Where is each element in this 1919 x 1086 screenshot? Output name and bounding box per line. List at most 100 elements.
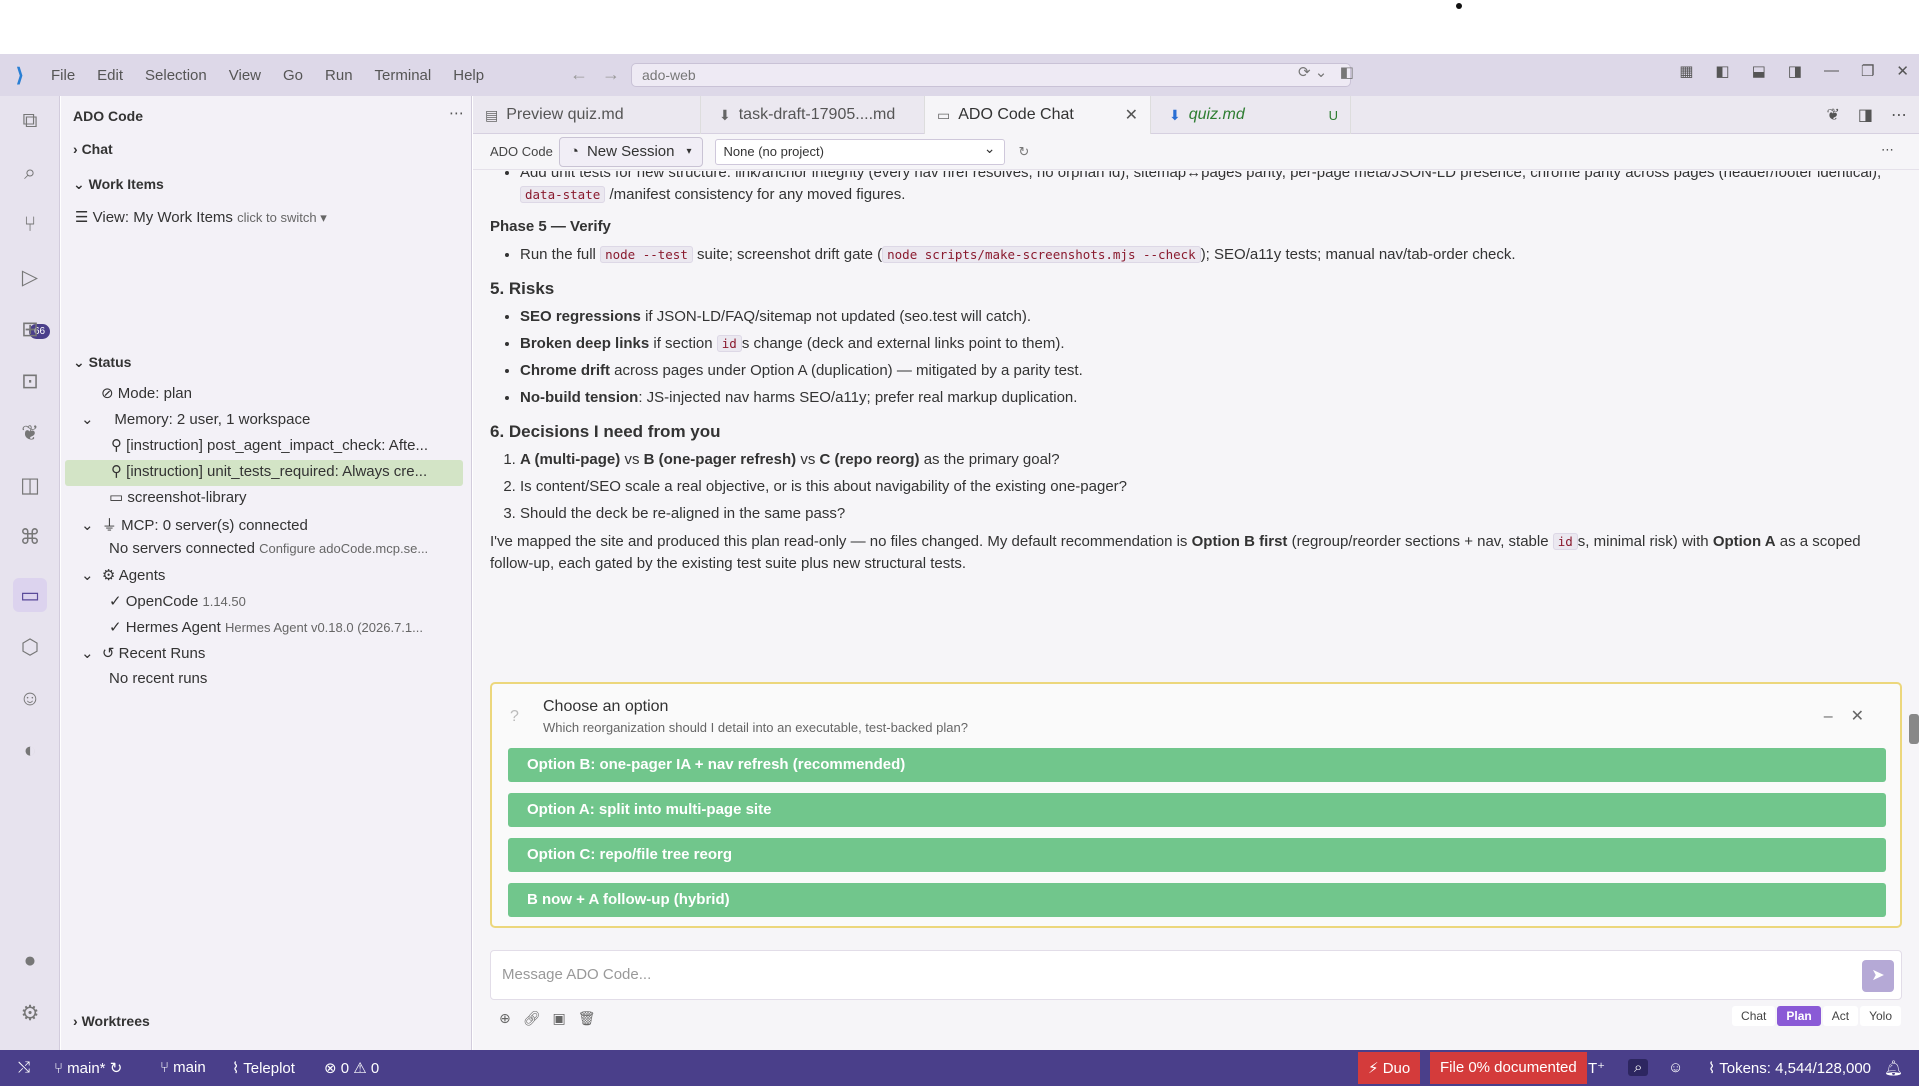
activity-bar: ⧉ ⌕ ⑂ 66 ▷ ⊞ ⊡ ❦ ◫ ⌘ ▭ ⬡ ☺ ◐ ● ⚙ <box>0 96 60 1050</box>
status-mcp[interactable]: ⌄ ⏚ MCP: 0 server(s) connected <box>81 514 308 535</box>
option-c-button[interactable]: Option C: repo/file tree reorg <box>508 838 1886 872</box>
command-center-search[interactable]: ado-web <box>631 63 1351 87</box>
sidebar-toggle-icon[interactable]: ◧ <box>1715 62 1729 80</box>
documentation-status[interactable]: File 0% documented <box>1430 1052 1587 1084</box>
menu-run[interactable]: Run <box>325 67 353 84</box>
notifications-icon[interactable]: 🔔︎ <box>1884 1059 1903 1077</box>
zoom-icon[interactable]: ⌕ <box>1628 1059 1649 1076</box>
edge-icon[interactable]: ◐ <box>13 734 47 768</box>
copilot-status-icon[interactable]: ☺ <box>1668 1059 1683 1076</box>
branch-main[interactable]: ⑂ main <box>160 1059 206 1076</box>
chevron-down-icon: ⌄ <box>73 354 89 370</box>
status-agents[interactable]: ⌄ ⚙ Agents <box>81 566 165 584</box>
sidebar-more-icon[interactable]: ⋯ <box>449 104 464 122</box>
package-icon[interactable]: ◫ <box>13 468 47 502</box>
menu-help[interactable]: Help <box>453 67 484 84</box>
option-hybrid-button[interactable]: B now + A follow-up (hybrid) <box>508 883 1886 917</box>
tab-preview-quiz[interactable]: ▤ Preview quiz.md <box>473 96 701 134</box>
minimize-icon[interactable]: — <box>1824 62 1839 80</box>
chevron-down-icon: ⌄ <box>81 411 115 428</box>
chat-icon: ▭ <box>937 106 951 123</box>
tab-ado-code-chat[interactable]: ▭ ADO Code Chat ✕ <box>925 96 1151 134</box>
section-worktrees[interactable]: › Worktrees <box>73 1013 150 1029</box>
avatar[interactable]: ● <box>13 944 47 978</box>
problems-status[interactable]: ⊗ 0 ⚠ 0 <box>324 1059 379 1077</box>
copilot-agent-icon[interactable]: ☺ <box>13 682 47 716</box>
mode-yolo[interactable]: Yolo <box>1860 1006 1901 1026</box>
nav-arrows[interactable]: ←→ <box>570 64 634 85</box>
ado-code-chat-icon[interactable]: ▭ <box>13 578 47 612</box>
memory-item[interactable]: ⚲ [instruction] post_agent_impact_check:… <box>111 436 471 454</box>
run-debug-icon[interactable]: ▷ <box>13 260 47 294</box>
option-a-button[interactable]: Option A: split into multi-page site <box>508 793 1886 827</box>
branch-icon: ⑂ <box>54 1060 68 1077</box>
chat-scrollbar[interactable] <box>1909 174 1919 764</box>
menu-selection[interactable]: Selection <box>145 67 207 84</box>
duo-status[interactable]: ⚡ Duo <box>1358 1052 1421 1084</box>
status-recent-runs[interactable]: ⌄ ↺ Recent Runs <box>81 644 205 662</box>
brain-icon[interactable]: ❦ <box>13 416 47 450</box>
section-chat[interactable]: › Chat <box>73 141 113 157</box>
trash-icon[interactable]: 🗑︎ <box>578 1010 608 1026</box>
split-editor-icon[interactable]: ◨ <box>1858 105 1873 125</box>
minimize-icon[interactable]: – <box>1824 708 1851 725</box>
mcp-configure-link[interactable]: Configure adoCode.mcp.se... <box>259 541 428 556</box>
remote-icon[interactable]: ⤭ <box>18 1059 30 1076</box>
mode-act[interactable]: Act <box>1822 1006 1859 1026</box>
source-control-icon[interactable]: ⑂ <box>13 208 47 242</box>
link-icon[interactable]: 🔗︎ <box>523 1010 553 1026</box>
scrollbar-thumb[interactable] <box>1909 714 1919 744</box>
agent-opencode[interactable]: ✓ OpenCode 1.14.50 <box>109 592 246 610</box>
section-status[interactable]: ⌄ Status <box>73 354 131 371</box>
settings-gear-icon[interactable]: ⚙ <box>13 996 47 1030</box>
project-select[interactable]: None (no project) <box>714 138 1005 165</box>
memory-item[interactable]: ▭ screenshot-library <box>109 488 247 506</box>
agent-hermes[interactable]: ✓ Hermes Agent Hermes Agent v0.18.0 (202… <box>109 618 469 636</box>
memory-item[interactable]: ⚲ [instruction] unit_tests_required: Alw… <box>65 460 463 486</box>
option-b-button[interactable]: Option B: one-pager IA + nav refresh (re… <box>508 748 1886 782</box>
title-bar: ⟩ File Edit Selection View Go Run Terminal Help… <box>0 54 1919 96</box>
image-icon[interactable]: ▣ <box>553 1010 578 1026</box>
maximize-icon[interactable]: ❐ <box>1861 62 1874 80</box>
layout-icon[interactable]: ▦ <box>1679 62 1693 80</box>
docker-icon[interactable]: ⬡ <box>13 630 47 664</box>
section-work-items[interactable]: ⌄ Work Items <box>73 176 164 193</box>
chevron-right-icon: › <box>73 141 82 157</box>
menu-view[interactable]: View <box>229 67 261 84</box>
branch-status[interactable]: ⑂ main* ↻ <box>54 1059 122 1077</box>
copilot-icon[interactable]: ⟳ ⌄ ◧ <box>1298 63 1354 81</box>
tokens-status[interactable]: ⌇ Tokens: 4,544/128,000 <box>1708 1059 1871 1077</box>
more-actions-icon[interactable]: ⋯ <box>1891 105 1907 125</box>
menu-edit[interactable]: Edit <box>97 67 123 84</box>
menu-terminal[interactable]: Terminal <box>375 67 432 84</box>
panel-toggle-icon[interactable]: ⬓ <box>1752 62 1766 80</box>
search-icon[interactable]: ⌕ <box>13 156 47 190</box>
close-icon[interactable]: ✕ <box>1851 708 1882 725</box>
explorer-icon[interactable]: ⧉ <box>13 104 47 138</box>
tab-quiz-md[interactable]: ⬇ quiz.md U <box>1151 96 1351 134</box>
remote-explorer-icon[interactable]: ⊡ <box>13 364 47 398</box>
send-button[interactable]: ➤ <box>1862 960 1894 992</box>
teleplot[interactable]: ⌇ Teleplot <box>232 1059 295 1077</box>
brain-icon[interactable]: ❦ <box>1826 105 1839 125</box>
pin-icon: ⚲ <box>111 437 127 454</box>
refresh-icon[interactable]: ↻ <box>1019 144 1030 160</box>
status-memory[interactable]: ⌄ Memory: 2 user, 1 workspace <box>81 410 310 428</box>
extensions-icon[interactable]: ⊞ <box>13 312 47 346</box>
mode-chat[interactable]: Chat <box>1732 1006 1776 1026</box>
new-session-button[interactable]: ◔ New Session ▾ <box>558 136 703 167</box>
close-tab-icon[interactable]: ✕ <box>1125 105 1138 125</box>
more-icon[interactable]: ⋯ <box>1881 142 1894 158</box>
secondary-sidebar-icon[interactable]: ◨ <box>1788 62 1802 80</box>
add-icon[interactable]: ⊕ <box>499 1010 523 1026</box>
mode-plan[interactable]: Plan <box>1777 1006 1821 1026</box>
text-format-icon[interactable]: T⁺ <box>1588 1059 1605 1077</box>
work-items-view-switch[interactable]: ☰ View: My Work Items click to switch ▾ <box>75 208 327 226</box>
close-window-icon[interactable]: ✕ <box>1896 62 1909 80</box>
menu-go[interactable]: Go <box>283 67 303 84</box>
tab-task-draft[interactable]: ⬇ task-draft-17905....md <box>701 96 925 134</box>
pulse-icon: ⌇ <box>1708 1060 1720 1077</box>
message-input[interactable]: Message ADO Code... ➤ <box>490 950 1902 1000</box>
menu-file[interactable]: File <box>51 67 75 84</box>
python-icon[interactable]: ⌘ <box>13 520 47 554</box>
